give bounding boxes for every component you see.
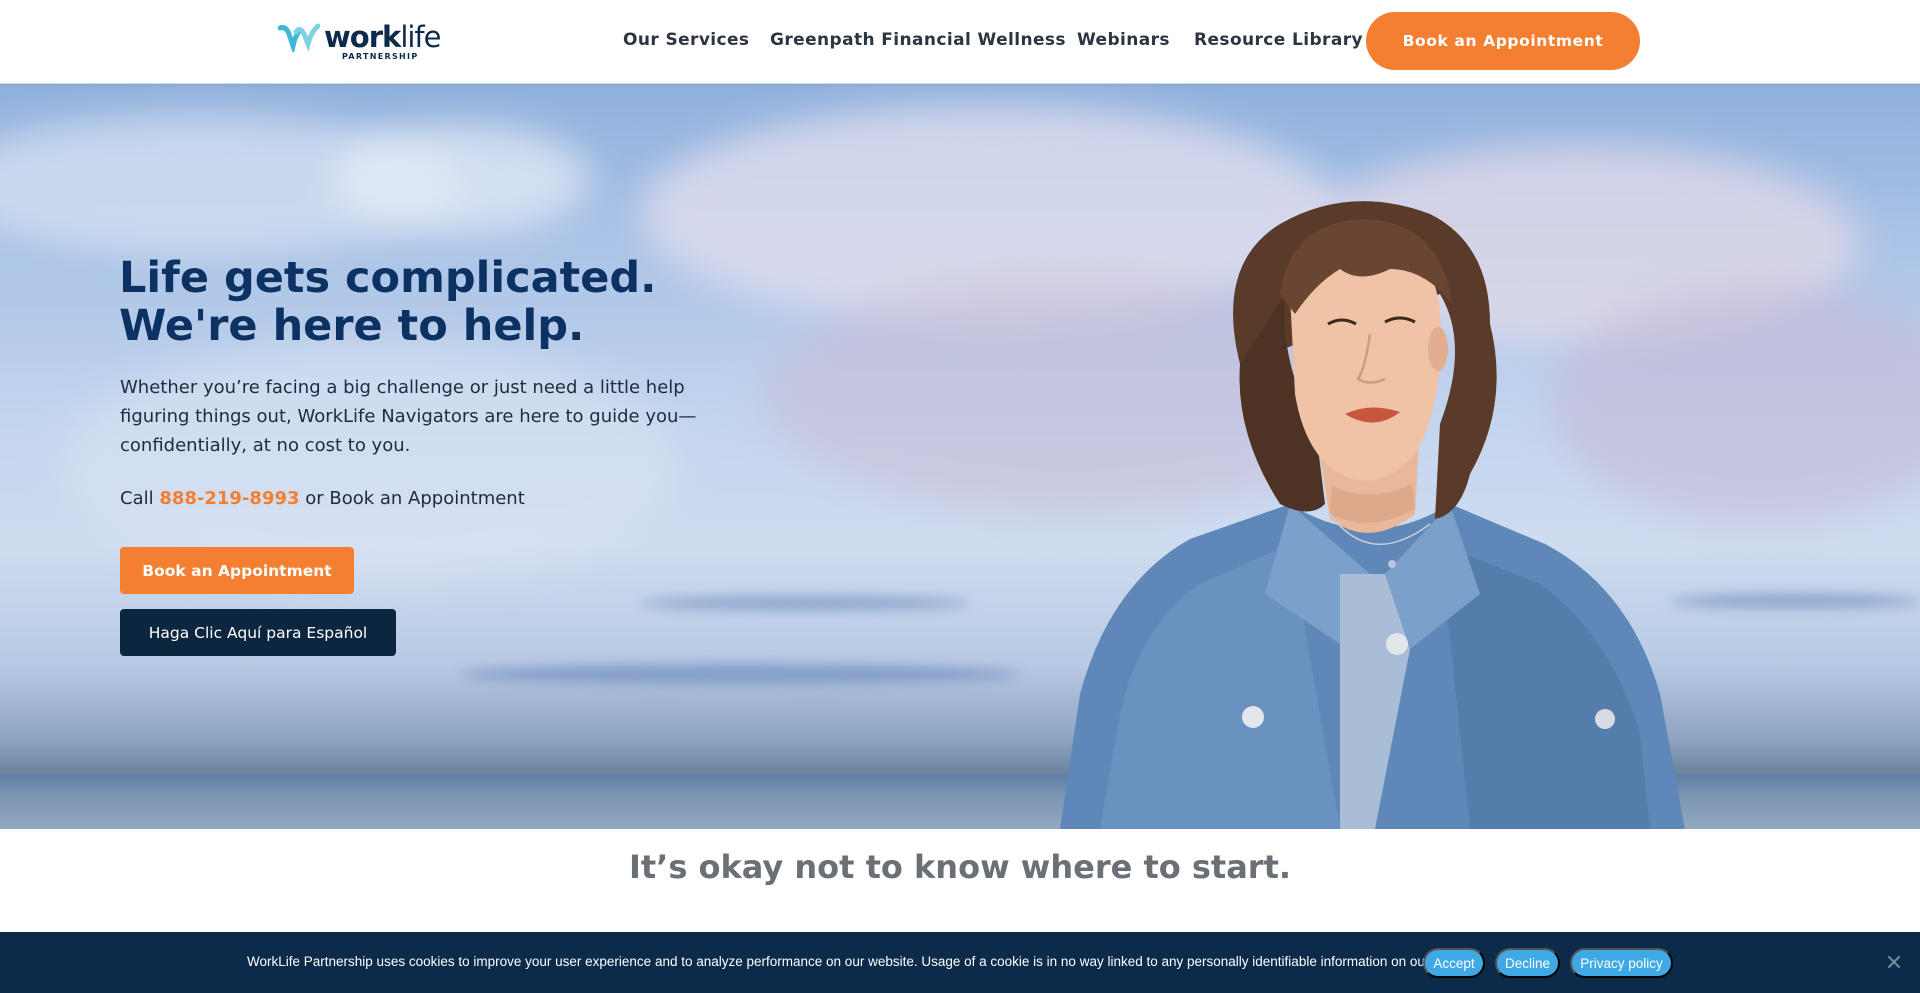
cloud-streak: [460, 664, 1020, 684]
section-title: It’s okay not to know where to start.: [628, 848, 1292, 886]
nav-webinars[interactable]: Webinars: [1077, 30, 1170, 50]
hero-description: Whether you’re facing a big challenge or…: [120, 377, 697, 456]
cookie-banner: WorkLife Partnership uses cookies to imp…: [0, 932, 1920, 993]
close-icon[interactable]: [1885, 953, 1903, 971]
logo-wordmark: worklife: [324, 20, 441, 54]
cookie-text: WorkLife Partnership uses cookies to imp…: [247, 954, 1458, 969]
header-book-appointment-button[interactable]: Book an Appointment: [1366, 12, 1640, 70]
hero-woman-image: [1060, 201, 1685, 829]
cookie-decline-button[interactable]: Decline: [1495, 948, 1560, 978]
cloud-streak: [640, 596, 970, 610]
hero-call-line: Call 888-219-8993 or Book an Appointment: [120, 488, 525, 509]
cookie-accept-button[interactable]: Accept: [1423, 948, 1485, 978]
hero-section: Life gets complicated. We're here to hel…: [0, 84, 1920, 829]
cloud: [330, 124, 590, 234]
site-header: worklife PARTNERSHIP Our Services Greenp…: [0, 0, 1920, 84]
phone-link[interactable]: 888-219-8993: [159, 488, 299, 509]
privacy-policy-button[interactable]: Privacy policy: [1570, 948, 1673, 978]
nav-resource-library[interactable]: Resource Library: [1194, 30, 1363, 50]
nav-greenpath-financial-wellness[interactable]: Greenpath Financial Wellness: [770, 30, 1066, 50]
logo-subtitle: PARTNERSHIP: [342, 52, 419, 61]
worklife-logo-icon: [278, 23, 320, 52]
hero-title-line-1: Life gets complicated.: [119, 253, 657, 303]
hero-book-appointment-button[interactable]: Book an Appointment: [120, 547, 354, 594]
spanish-button[interactable]: Haga Clic Aquí para Español: [120, 609, 396, 656]
hero-title: Life gets complicated. We're here to hel…: [119, 254, 819, 350]
call-suffix: or Book an Appointment: [299, 488, 525, 509]
nav-our-services[interactable]: Our Services: [623, 30, 749, 50]
hero-title-line-2: We're here to help.: [119, 301, 585, 351]
worklife-logo[interactable]: worklife PARTNERSHIP: [278, 18, 441, 64]
call-prefix: Call: [120, 488, 160, 509]
